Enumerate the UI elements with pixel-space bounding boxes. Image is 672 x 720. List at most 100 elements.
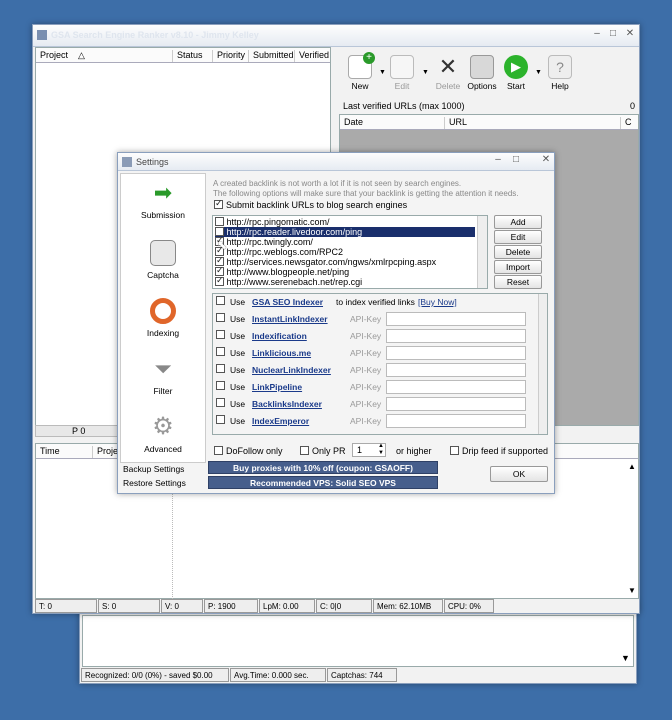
- indexer-row: Use NuclearLinkIndexer API-Key: [216, 363, 528, 380]
- settings-titlebar: Settings – □ ✕: [118, 153, 554, 171]
- col-verified[interactable]: Verified: [294, 50, 330, 62]
- add-button[interactable]: Add: [494, 215, 542, 229]
- ping-row[interactable]: http://rpc.twingly.com/: [215, 235, 475, 247]
- drip-feed-label: Drip feed if supported: [462, 446, 549, 456]
- info-line-2: The following options will make sure tha…: [213, 189, 519, 198]
- backup-settings-link[interactable]: Backup Settings: [123, 464, 184, 474]
- ping-url-list[interactable]: http://rpc.pingomatic.com/ http://rpc.re…: [212, 215, 488, 289]
- only-pr-label: Only PR: [312, 446, 346, 456]
- only-pr-checkbox[interactable]: [300, 446, 309, 456]
- api-key-field[interactable]: [386, 312, 526, 326]
- col-priority[interactable]: Priority: [212, 50, 248, 62]
- nav-captcha[interactable]: Captcha: [121, 240, 205, 280]
- spinner-arrows-icon: ▲ ▼: [378, 443, 384, 456]
- submit-blog-checkbox[interactable]: [214, 198, 223, 210]
- log-scroll-down[interactable]: ▼: [628, 586, 636, 595]
- api-key-field[interactable]: [386, 346, 526, 360]
- status-s: S: 0: [98, 599, 160, 613]
- ping-row[interactable]: http://services.newsgator.com/ngws/xmlrp…: [215, 255, 475, 267]
- col-time[interactable]: Time: [36, 446, 92, 458]
- api-key-field[interactable]: [386, 397, 526, 411]
- pr-spinner[interactable]: 1 ▲ ▼: [352, 443, 386, 457]
- dropdown-arrow-start[interactable]: ▼: [535, 69, 542, 76]
- indexer-row: Use LinkPipeline API-Key: [216, 380, 528, 397]
- verified-count: 0: [630, 101, 636, 111]
- log-scroll-up[interactable]: ▲: [628, 462, 636, 471]
- dropdown-arrow-new[interactable]: ▼: [379, 69, 386, 76]
- ping-row[interactable]: http://rpc.pingomatic.com/: [215, 217, 475, 227]
- edit-icon: [390, 55, 414, 79]
- green-arrow-icon: ➡: [153, 180, 173, 205]
- help-button[interactable]: ? Help: [541, 55, 579, 91]
- help-icon: ?: [548, 55, 572, 79]
- indexer-row: Use Linklicious.me API-Key: [216, 346, 528, 363]
- project-count: P 0: [72, 426, 86, 436]
- maximize-button[interactable]: □: [605, 28, 621, 39]
- col-project[interactable]: Project: [36, 50, 172, 62]
- indexer-scrollbar[interactable]: [538, 294, 547, 434]
- reset-button[interactable]: Reset: [494, 275, 542, 289]
- lifebuoy-icon: [150, 298, 176, 324]
- settings-app-icon: [122, 157, 132, 167]
- col-c[interactable]: C: [620, 117, 636, 129]
- api-key-field[interactable]: [386, 363, 526, 377]
- project-header: Project △ Status Priority Submitted Veri…: [36, 48, 330, 63]
- col-status[interactable]: Status: [172, 50, 212, 62]
- nav-indexing[interactable]: Indexing: [121, 298, 205, 338]
- api-key-field[interactable]: [386, 380, 526, 394]
- edit-url-button[interactable]: Edit: [494, 230, 542, 244]
- dofollow-label: DoFollow only: [226, 446, 283, 456]
- verified-label: Last verified URLs (max 1000): [343, 101, 465, 111]
- dropdown-arrow-edit[interactable]: ▼: [422, 69, 429, 76]
- api-key-field[interactable]: [386, 414, 526, 428]
- indexer-row: Use Indexification API-Key: [216, 329, 528, 346]
- submit-blog-label: Submit backlink URLs to blog search engi…: [226, 200, 408, 210]
- settings-title: Settings: [136, 157, 169, 167]
- gsa-indexer-checkbox[interactable]: [216, 296, 225, 305]
- nav-filter[interactable]: ⏷ Filter: [121, 356, 205, 396]
- settings-close-button[interactable]: ✕: [538, 154, 554, 165]
- ok-button[interactable]: OK: [490, 466, 548, 482]
- ping-scrollbar[interactable]: [477, 216, 487, 288]
- buy-proxies-banner[interactable]: Buy proxies with 10% off (coupon: GSAOFF…: [208, 461, 438, 474]
- start-button[interactable]: ▶ Start: [497, 55, 535, 91]
- captcha-log: [82, 615, 634, 667]
- buy-now-link[interactable]: [Buy Now]: [418, 297, 457, 307]
- delete-button[interactable]: ✕ Delete: [429, 55, 467, 92]
- status-cpu: CPU: 0%: [444, 599, 494, 613]
- close-button[interactable]: ✕: [622, 28, 638, 39]
- indexer-row: Use IndexEmperor API-Key: [216, 414, 528, 431]
- import-button[interactable]: Import: [494, 260, 542, 274]
- gsa-indexer-link[interactable]: GSA SEO Indexer: [252, 297, 323, 307]
- app-icon: [37, 30, 47, 40]
- gear-icon: ⚙: [152, 413, 174, 440]
- settings-minimize-button[interactable]: –: [490, 154, 506, 165]
- drip-feed-checkbox[interactable]: [450, 446, 459, 456]
- minimize-button[interactable]: –: [589, 28, 605, 39]
- scroll-down-arrow[interactable]: ▼: [621, 653, 630, 663]
- col-submitted[interactable]: Submitted: [248, 50, 294, 62]
- vps-banner[interactable]: Recommended VPS: Solid SEO VPS: [208, 476, 438, 489]
- indexer-row: Use InstantLinkIndexer API-Key: [216, 312, 528, 329]
- delete-url-button[interactable]: Delete: [494, 245, 542, 259]
- main-title: GSA Search Engine Ranker v8.10 - Jimmy K…: [51, 30, 259, 40]
- api-key-field[interactable]: [386, 329, 526, 343]
- ping-row-selected[interactable]: http://rpc.reader.livedoor.com/ping: [215, 227, 475, 237]
- edit-button[interactable]: Edit: [383, 55, 421, 91]
- indexer-row: Use BacklinksIndexer API-Key: [216, 397, 528, 414]
- options-button[interactable]: Options: [463, 55, 501, 91]
- dofollow-checkbox[interactable]: [214, 446, 223, 456]
- settings-dialog: Settings – □ ✕ ➡ Submission Captcha Inde…: [117, 152, 555, 494]
- nav-submission[interactable]: ➡ Submission: [121, 180, 205, 220]
- restore-settings-link[interactable]: Restore Settings: [123, 478, 186, 488]
- status-p: P: 1900: [204, 599, 258, 613]
- ping-row[interactable]: http://www.serenebach.net/rep.cgi: [215, 275, 475, 287]
- col-date[interactable]: Date: [340, 117, 444, 129]
- new-button[interactable]: + New: [341, 52, 379, 91]
- col-url[interactable]: URL: [444, 117, 622, 129]
- ping-row[interactable]: http://rpc.weblogs.com/RPC2: [215, 245, 475, 257]
- ping-row[interactable]: http://www.blogpeople.net/ping: [215, 265, 475, 277]
- options-icon: [470, 55, 494, 79]
- settings-maximize-button[interactable]: □: [508, 154, 524, 165]
- nav-advanced[interactable]: ⚙ Advanced: [121, 413, 205, 455]
